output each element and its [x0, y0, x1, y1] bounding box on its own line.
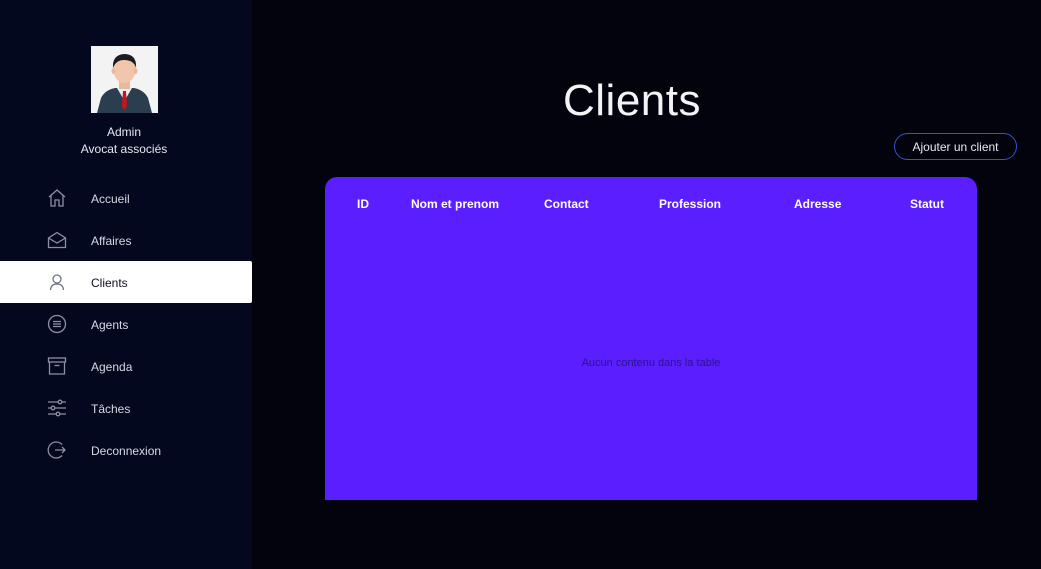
table-empty-message: Aucun contenu dans la table	[581, 357, 721, 369]
sidebar-nav: Accueil Affaires Clients Agents Agenda T…	[0, 177, 252, 471]
column-header-adresse[interactable]: Adresse	[794, 197, 841, 211]
sliders-icon	[47, 398, 67, 418]
sidebar-item-agenda[interactable]: Agenda	[0, 345, 252, 387]
column-header-id[interactable]: ID	[357, 197, 369, 211]
avatar	[91, 46, 158, 113]
sidebar-item-taches[interactable]: Tâches	[0, 387, 252, 429]
sidebar-item-accueil[interactable]: Accueil	[0, 177, 252, 219]
sidebar-item-label: Tâches	[91, 402, 131, 416]
add-client-button[interactable]: Ajouter un client	[894, 133, 1017, 160]
user-icon	[47, 272, 67, 292]
column-header-name[interactable]: Nom et prenom	[411, 197, 499, 211]
user-name: Admin	[106, 125, 141, 139]
clients-table: ID Nom et prenom Contact Profession Adre…	[325, 177, 977, 500]
user-role: Avocat associés	[80, 142, 168, 156]
sidebar-item-deconnexion[interactable]: Deconnexion	[0, 429, 252, 471]
sidebar-item-label: Accueil	[91, 192, 130, 206]
column-header-profession[interactable]: Profession	[659, 197, 721, 211]
archive-icon	[47, 356, 67, 376]
sidebar-item-label: Clients	[91, 276, 128, 290]
column-header-contact[interactable]: Contact	[544, 197, 589, 211]
sidebar-item-label: Affaires	[91, 234, 132, 248]
sidebar-item-agents[interactable]: Agents	[0, 303, 252, 345]
sidebar-item-clients[interactable]: Clients	[0, 261, 252, 303]
sidebar-item-label: Agenda	[91, 360, 133, 374]
sidebar-item-label: Deconnexion	[91, 444, 162, 458]
sidebar-item-label: Agents	[91, 318, 129, 332]
home-icon	[47, 188, 67, 208]
envelope-icon	[47, 230, 67, 250]
page-title: Clients	[563, 76, 701, 125]
column-header-statut[interactable]: Statut	[910, 197, 944, 211]
list-circle-icon	[47, 314, 67, 334]
app-window: Admin Avocat associés Accueil Affaires C…	[0, 0, 1041, 569]
logout-icon	[47, 440, 67, 460]
sidebar: Admin Avocat associés Accueil Affaires C…	[0, 0, 252, 569]
sidebar-item-affaires[interactable]: Affaires	[0, 219, 252, 261]
